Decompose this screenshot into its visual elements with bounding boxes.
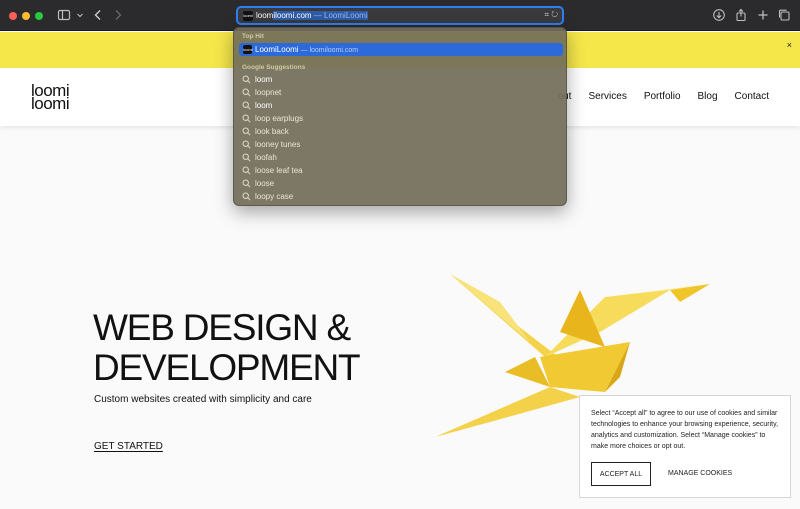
zoom-window-button[interactable]: [35, 12, 43, 20]
cookie-consent-dialog: Select “Accept all” to agree to our use …: [579, 395, 791, 498]
url-autocomplete-selection: iloomi.com — LoomiLoomi: [273, 11, 368, 20]
search-icon: [242, 114, 251, 123]
logo-line-2: loomi: [31, 94, 70, 113]
url-selected: iloomi.com: [273, 11, 312, 20]
main-nav: out Services Portfolio Blog Contact: [558, 91, 769, 102]
address-suggestions-dropdown: Top Hit loomi LoomiLoomi — loomiloomi.co…: [233, 27, 567, 206]
suggestion-item[interactable]: loofah: [242, 152, 542, 164]
hero-title: WEB DESIGN & DEVELOPMENT: [93, 307, 361, 388]
minimize-window-button[interactable]: [22, 12, 30, 20]
suggestion-item[interactable]: looney tunes: [242, 139, 542, 151]
url-typed: loom: [256, 11, 274, 20]
suggestion-item[interactable]: loose leaf tea: [242, 165, 542, 177]
suggestion-label: loom: [255, 75, 273, 84]
address-bar-text[interactable]: loomiloomi.com — LoomiLoomi: [256, 10, 368, 22]
top-hit-heading: Top Hit: [242, 33, 264, 40]
nav-item-contact[interactable]: Contact: [735, 91, 769, 102]
search-icon: [242, 179, 251, 188]
suggestion-item[interactable]: loose: [242, 178, 542, 190]
suggestion-label: look back: [255, 127, 289, 136]
nav-item-blog[interactable]: Blog: [698, 91, 718, 102]
share-icon[interactable]: [734, 8, 748, 22]
suggestion-item[interactable]: look back: [242, 126, 542, 138]
sidebar-icon[interactable]: [57, 8, 71, 22]
site-logo[interactable]: loomi loomi: [31, 82, 70, 113]
suggestion-label: loofah: [255, 153, 277, 162]
accept-all-button[interactable]: ACCEPT ALL: [591, 462, 651, 486]
search-icon: [242, 127, 251, 136]
get-started-link[interactable]: GET STARTED: [94, 441, 163, 452]
url-page-title: LoomiLoomi: [324, 11, 368, 20]
suggestion-label: loop earplugs: [255, 114, 304, 123]
suggestion-item[interactable]: loopnet: [242, 87, 542, 99]
suggestion-label: loose leaf tea: [255, 166, 303, 175]
hero-title-line-2: DEVELOPMENT: [93, 347, 361, 388]
suggestion-label: loopnet: [255, 88, 282, 97]
new-tab-icon[interactable]: [756, 8, 770, 22]
search-icon: [242, 75, 251, 84]
address-bar-actions: ⌗ ↻: [545, 10, 559, 20]
forward-icon[interactable]: [111, 8, 125, 22]
download-icon[interactable]: [712, 8, 726, 22]
search-icon: [242, 101, 251, 110]
address-bar[interactable]: loomi loomiloomi.com — LoomiLoomi ⌗ ↻: [236, 6, 564, 25]
search-icon: [242, 192, 251, 201]
search-icon: [242, 140, 251, 149]
tabs-overview-icon[interactable]: [777, 8, 791, 22]
top-hit-item[interactable]: loomi LoomiLoomi — loomiloomi.com: [239, 43, 563, 56]
suggestion-item[interactable]: loop earplugs: [242, 113, 542, 125]
site-favicon: loomi: [243, 45, 253, 54]
suggestion-label: loopy case: [255, 192, 294, 201]
suggestion-item[interactable]: loom: [242, 74, 542, 86]
hero-title-line-1: WEB DESIGN &: [93, 307, 351, 348]
site-favicon: loomi: [243, 11, 253, 21]
search-icon: [242, 153, 251, 162]
manage-cookies-button[interactable]: MANAGE COOKIES: [668, 462, 732, 486]
hero-subtitle: Custom websites created with simplicity …: [94, 394, 312, 405]
suggestion-label: loom: [255, 101, 273, 110]
close-window-button[interactable]: [9, 12, 17, 20]
nav-item-services[interactable]: Services: [588, 91, 626, 102]
top-hit-url: — loomiloomi.com: [298, 47, 359, 54]
top-hit-title: LoomiLoomi: [255, 45, 299, 54]
chevron-down-icon[interactable]: [73, 8, 83, 22]
cookie-consent-text: Select “Accept all” to agree to our use …: [591, 410, 779, 450]
search-icon: [242, 88, 251, 97]
translate-icon[interactable]: ⌗: [545, 10, 550, 19]
google-suggestions-heading: Google Suggestions: [242, 64, 306, 71]
suggestion-item[interactable]: loopy case: [242, 191, 542, 203]
reload-icon[interactable]: ↻: [551, 10, 558, 19]
search-icon: [242, 166, 251, 175]
suggestion-label: loose: [255, 179, 275, 188]
close-icon[interactable]: ×: [787, 40, 792, 50]
nav-item-portfolio[interactable]: Portfolio: [644, 91, 681, 102]
suggestion-label: looney tunes: [255, 140, 301, 149]
back-icon[interactable]: [91, 8, 105, 22]
suggestion-item[interactable]: loom: [242, 100, 542, 112]
url-separator: —: [311, 11, 325, 20]
